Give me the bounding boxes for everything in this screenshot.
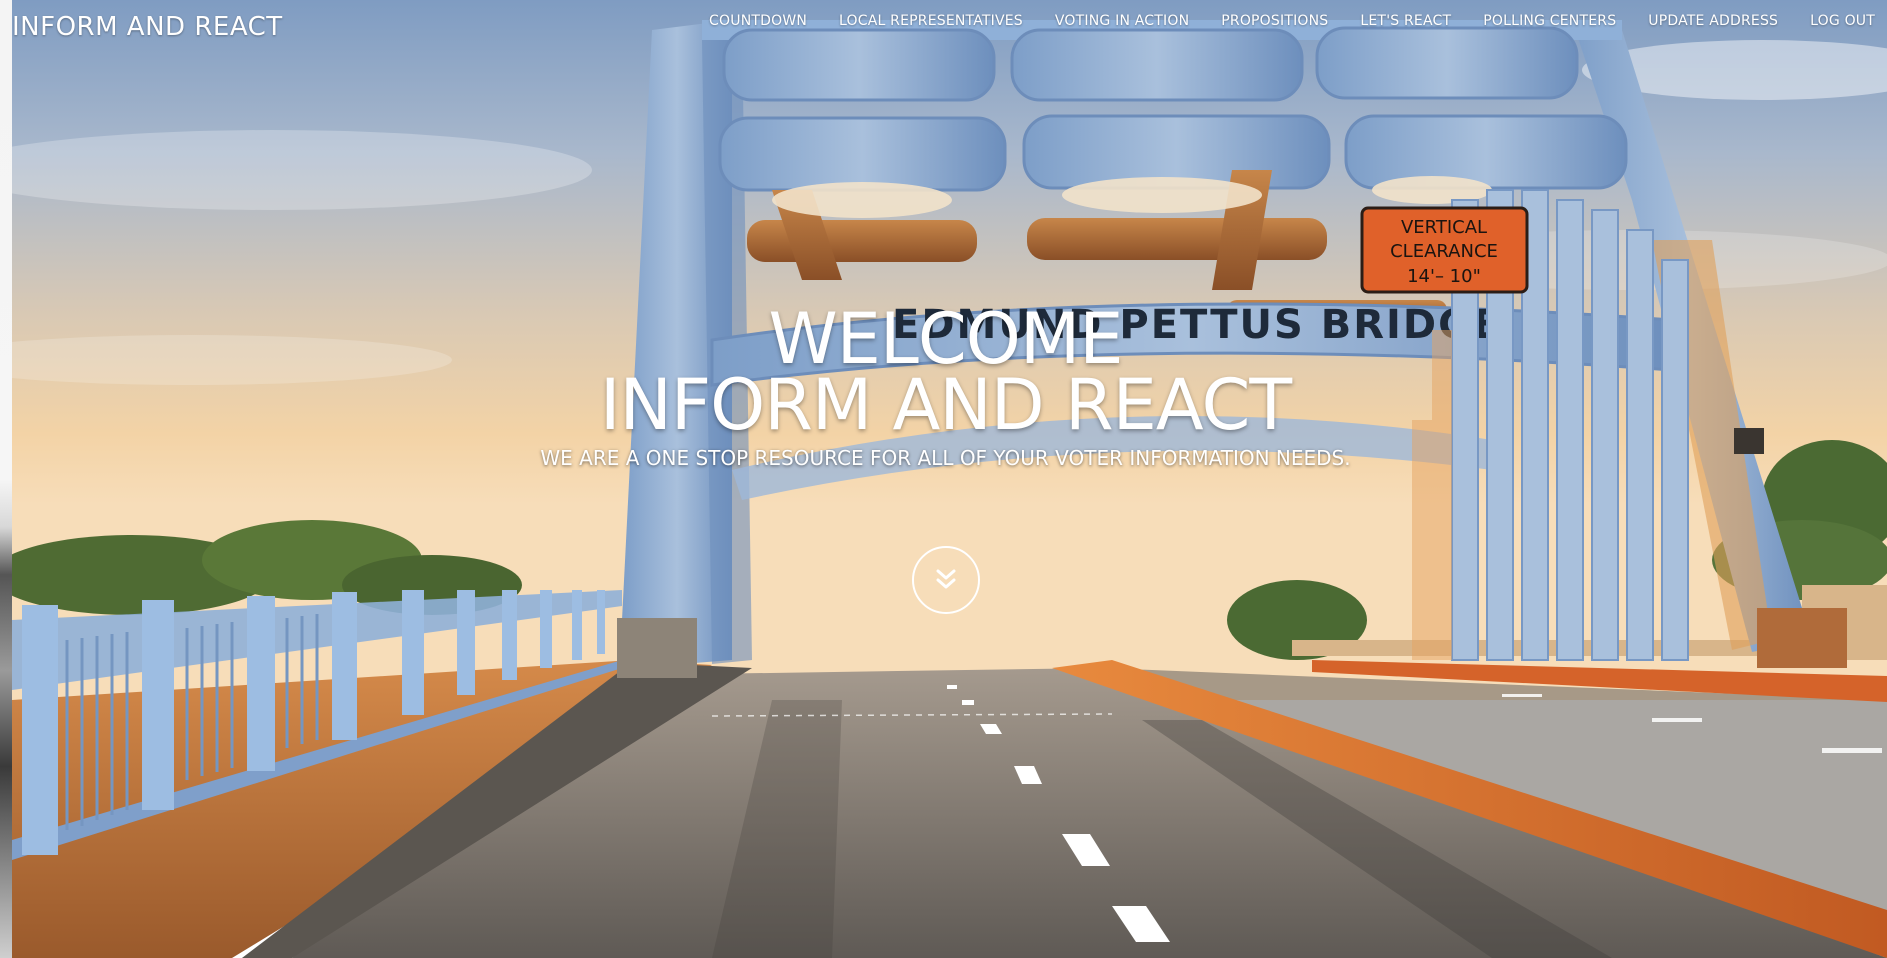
sign-line-1: VERTICAL bbox=[1401, 217, 1487, 238]
bridge-name-text: EDMUND PETTUS BRIDGE bbox=[892, 302, 1502, 348]
hero-background-image: EDMUND PETTUS BRIDGE VERTICAL CLEARANCE bbox=[12, 0, 1887, 958]
nav-voting-in-action[interactable]: VOTING IN ACTION bbox=[1039, 13, 1205, 29]
left-edge-strip bbox=[0, 0, 12, 958]
sign-line-3: 14'– 10" bbox=[1407, 266, 1481, 287]
nav-log-out[interactable]: LOG OUT bbox=[1794, 13, 1875, 29]
double-chevron-down-icon bbox=[936, 569, 956, 589]
nav-propositions[interactable]: PROPOSITIONS bbox=[1205, 13, 1344, 29]
nav-local-representatives[interactable]: LOCAL REPRESENTATIVES bbox=[823, 13, 1039, 29]
page: EDMUND PETTUS BRIDGE VERTICAL CLEARANCE bbox=[0, 0, 1887, 958]
nav-polling-centers[interactable]: POLLING CENTERS bbox=[1467, 13, 1632, 29]
nav-lets-react[interactable]: LET'S REACT bbox=[1344, 13, 1467, 29]
hero-section: EDMUND PETTUS BRIDGE VERTICAL CLEARANCE bbox=[12, 0, 1887, 958]
sign-line-2: CLEARANCE bbox=[1390, 241, 1498, 262]
main-nav: COUNTDOWN LOCAL REPRESENTATIVES VOTING I… bbox=[693, 13, 1875, 29]
site-logo[interactable]: INFORM AND REACT bbox=[12, 12, 283, 42]
nav-update-address[interactable]: UPDATE ADDRESS bbox=[1632, 13, 1794, 29]
nav-countdown[interactable]: COUNTDOWN bbox=[693, 13, 823, 29]
scroll-down-button[interactable] bbox=[912, 546, 980, 614]
